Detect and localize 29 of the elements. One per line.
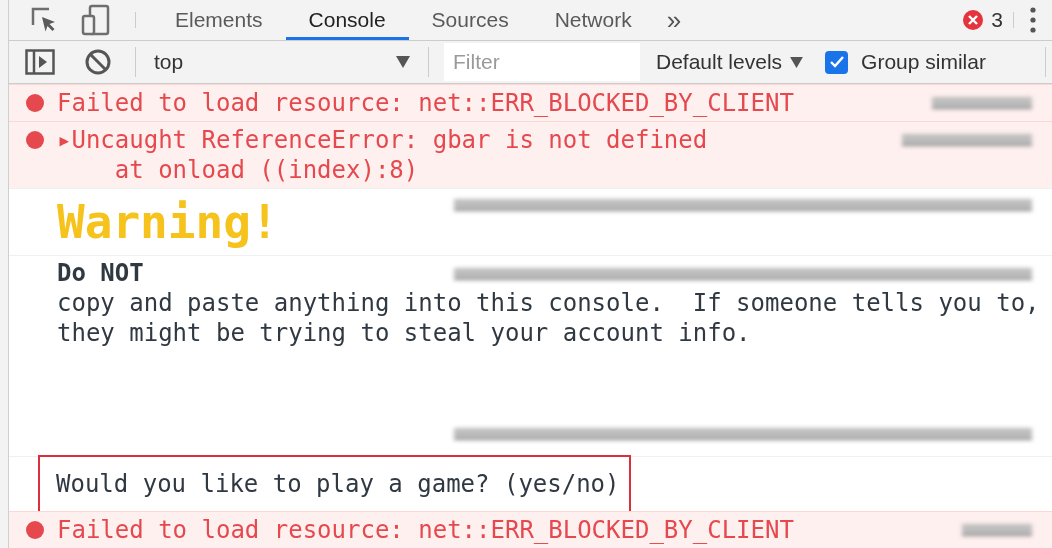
error-icon bbox=[963, 10, 984, 31]
tab[interactable]: Elements bbox=[152, 0, 286, 41]
device-icon[interactable] bbox=[81, 4, 111, 37]
error-message: Failed to load resource: net::ERR_BLOCKED_BY_CLIENT bbox=[57, 515, 794, 545]
dropdown-caret-icon bbox=[396, 56, 410, 69]
context-dropdown[interactable]: top bbox=[144, 46, 420, 78]
levels-dropdown[interactable]: Default levels bbox=[656, 46, 804, 78]
console-message: Do NOT bbox=[57, 258, 144, 288]
warning-text: Warning! bbox=[57, 194, 279, 251]
error-icon bbox=[26, 94, 44, 112]
more-tabs-button[interactable]: » bbox=[654, 0, 694, 41]
error-count[interactable]: 3 bbox=[991, 4, 1003, 36]
error-message: Failed to load resource: net::ERR_BLOCKED_BY_CLIENT bbox=[57, 88, 794, 118]
tab[interactable]: Network bbox=[531, 0, 655, 41]
clear-console-icon[interactable] bbox=[85, 49, 111, 76]
tab[interactable]: Sources bbox=[408, 0, 532, 41]
sidebar-toggle-icon[interactable] bbox=[25, 49, 55, 76]
error-icon bbox=[26, 131, 44, 149]
error-message: ▸Uncaught ReferenceError: gbar is not defined bbox=[57, 125, 708, 155]
checkbox-label: Group similar bbox=[861, 49, 986, 76]
filter-field[interactable]: Filter bbox=[444, 43, 640, 82]
console-message: copy and paste anything into this console. If someone tells you to, bbox=[57, 288, 1040, 318]
checkbox[interactable] bbox=[825, 50, 849, 74]
more-menu-icon[interactable] bbox=[1030, 7, 1036, 34]
error-icon bbox=[26, 521, 44, 539]
console-message: they might be trying to steal your account info. bbox=[57, 318, 751, 348]
error-message: at onload ((index):8) bbox=[113, 155, 419, 185]
console-message: Would you like to play a game? (yes/no) bbox=[40, 457, 629, 511]
dropdown-caret-icon bbox=[790, 56, 804, 68]
